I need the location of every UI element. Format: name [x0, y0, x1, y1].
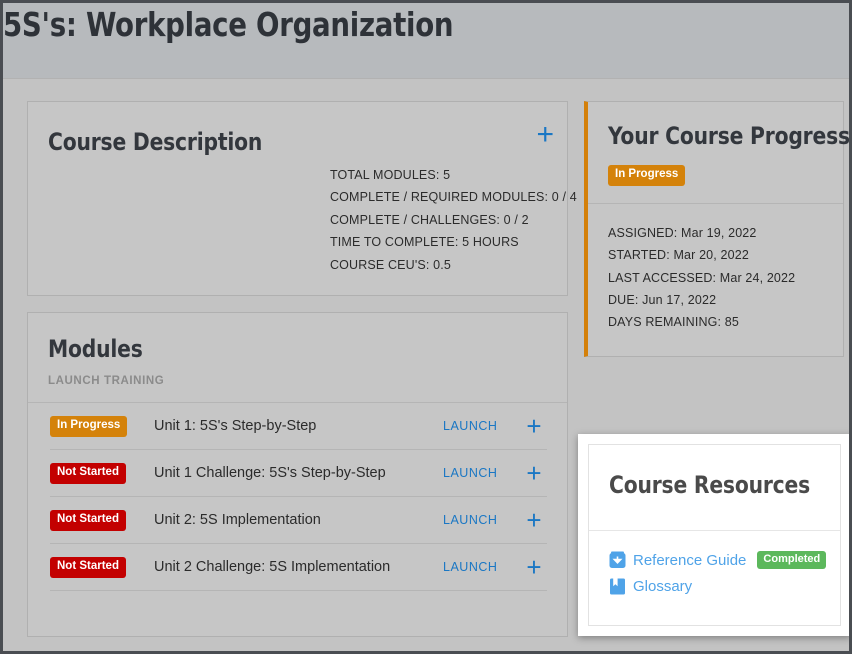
status-badge-wrapper: In Progress [608, 164, 686, 186]
module-status-cell: In Progress [50, 415, 154, 437]
table-row: In Progress Unit 1: 5S's Step-by-Step LAUN… [50, 403, 547, 450]
launch-button[interactable]: LAUNCH [443, 560, 521, 574]
course-resources-title: Course Resources [609, 471, 810, 499]
modules-list: In Progress Unit 1: 5S's Step-by-Step LAUN… [50, 403, 547, 591]
download-document-icon [609, 551, 626, 568]
course-resources-list: Reference Guide Completed Glossary [609, 547, 830, 599]
course-description-meta-item-4: COURSE CEU'S: 0.5 [330, 257, 451, 272]
course-description-title: Course Description [48, 128, 263, 156]
course-progress-meta-item-4: DAYS REMAINING: 85 [608, 315, 739, 330]
course-description-meta-item-2: COMPLETE / CHALLENGES: 0 / 2 [330, 212, 529, 227]
plus-icon[interactable]: + [536, 120, 554, 150]
module-name: Unit 2 Challenge: 5S Implementation [154, 559, 391, 575]
status-badge: In Progress [50, 416, 128, 437]
course-progress-title: Your Course Progress [608, 122, 850, 150]
module-status-cell: Not Started [50, 509, 154, 531]
plus-icon[interactable]: + [521, 507, 547, 533]
status-badge: Not Started [50, 510, 126, 531]
page-content: Course Description + TOTAL MODULES: 5 COM… [3, 78, 849, 651]
bookmark-book-icon [610, 578, 625, 594]
list-item: Glossary [609, 573, 830, 599]
divider [589, 530, 840, 531]
status-badge: In Progress [608, 165, 686, 186]
module-name: Unit 1 Challenge: 5S's Step-by-Step [154, 465, 386, 481]
modules-card: Modules LAUNCH TRAINING In Progress Unit … [27, 312, 568, 637]
course-progress-meta-item-2: LAST ACCESSED: Mar 24, 2022 [608, 270, 796, 285]
module-status-cell: Not Started [50, 462, 154, 484]
module-status-cell: Not Started [50, 556, 154, 578]
table-row: Not Started Unit 2: 5S Implementation LAUN… [50, 497, 547, 544]
plus-icon[interactable]: + [521, 554, 547, 580]
status-badge: Not Started [50, 557, 126, 578]
modules-subtitle: LAUNCH TRAINING [48, 375, 165, 387]
plus-icon[interactable]: + [521, 413, 547, 439]
course-progress-card: Your Course Progress In Progress ASSIGNE… [584, 101, 849, 357]
plus-icon[interactable]: + [521, 460, 547, 486]
divider [588, 203, 843, 204]
status-badge: Not Started [50, 463, 126, 484]
resource-link[interactable]: Glossary [633, 578, 692, 595]
course-description-meta-item-3: TIME TO COMPLETE: 5 HOURS [330, 235, 519, 250]
module-name: Unit 1: 5S's Step-by-Step [154, 418, 317, 434]
resource-link[interactable]: Reference Guide [633, 552, 746, 569]
course-description-card: Course Description + TOTAL MODULES: 5 COM… [27, 101, 577, 296]
course-progress-meta-item-3: DUE: Jun 17, 2022 [608, 292, 717, 307]
course-progress-meta-item-0: ASSIGNED: Mar 19, 2022 [608, 226, 757, 240]
course-resources-inner: Course Resources Reference Guide Complete… [588, 444, 841, 626]
course-progress-meta-list: ASSIGNED: Mar 19, 2022 STARTED: Mar 20, 2… [608, 222, 795, 333]
modules-title: Modules [48, 335, 143, 363]
course-page: 5S's: Workplace Organization Course Desc… [0, 0, 852, 654]
table-row: Not Started Unit 1 Challenge: 5S's Step-b… [50, 450, 547, 497]
course-resources-card: Course Resources Reference Guide Complete… [578, 434, 849, 636]
course-progress-meta-item-1: STARTED: Mar 20, 2022 [608, 248, 749, 263]
table-row: Not Started Unit 2 Challenge: 5S Implemen… [50, 544, 547, 591]
launch-button[interactable]: LAUNCH [443, 419, 521, 433]
launch-button[interactable]: LAUNCH [443, 466, 521, 480]
launch-button[interactable]: LAUNCH [443, 513, 521, 527]
course-description-meta-item-0: TOTAL MODULES: 5 [330, 168, 451, 182]
page-title: 5S's: Workplace Organization [3, 5, 454, 44]
course-description-meta-item-1: COMPLETE / REQUIRED MODULES: 0 / 4 [330, 190, 577, 205]
module-name: Unit 2: 5S Implementation [154, 512, 321, 528]
course-description-meta-list: TOTAL MODULES: 5 COMPLETE / REQUIRED MODU… [330, 164, 577, 276]
page-header: 5S's: Workplace Organization [3, 3, 849, 78]
list-item: Reference Guide Completed [609, 547, 830, 573]
status-badge: Completed [757, 551, 827, 569]
